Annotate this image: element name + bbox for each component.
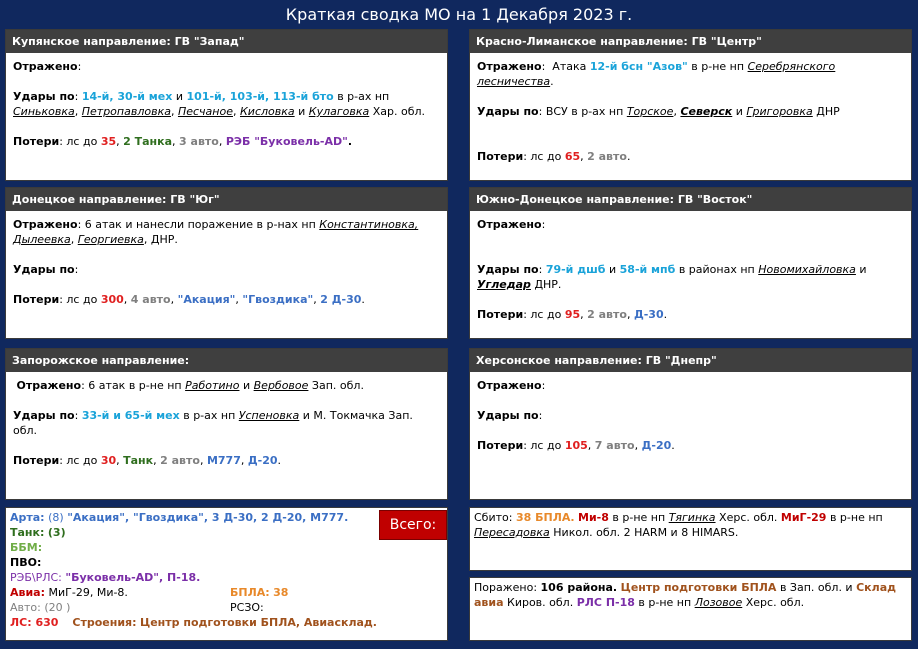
place-link[interactable]: Кисловка [240,105,295,118]
donetsk-header: Донецкое направление: ГВ "Юг" [6,188,447,211]
kupyansk-panel: Купянское направление: ГВ "Запад" Отраже… [5,29,448,181]
krasno-panel: Красно-Лиманское направление: ГВ "Центр"… [469,29,912,181]
place-link[interactable]: Торское [627,105,674,118]
losses-tanks: 2 Танка [123,135,173,148]
place-link[interactable]: Угледар [477,278,531,291]
zaporozhye-header: Запорожское направление: [6,349,447,372]
place-link[interactable]: Пересадовка [474,526,550,539]
place-link[interactable]: Тягинка [669,511,716,524]
kherson-panel: Херсонское направление: ГВ "Днепр" Отраж… [469,348,912,500]
place-link[interactable]: Работино [185,379,239,392]
strikes-units-2: 101-й, 103-й, 113-й бто [186,90,334,103]
losses-label: Потери [13,135,60,148]
place-link[interactable]: Георгиевка [78,233,144,246]
hit-panel: Поражено: 106 района. Центр подготовки Б… [469,577,912,641]
place-link[interactable]: Вербовое [254,379,309,392]
losses-ls: 35 [100,135,117,148]
unit-azov: 12-й бсн "Азов" [589,60,688,73]
kherson-header: Херсонское направление: ГВ "Днепр" [470,349,911,372]
strikes-units: 14-й, 30-й мех [81,90,173,103]
place-link[interactable]: Песчаное [178,105,233,118]
kupyansk-header: Купянское направление: ГВ "Запад" [6,30,447,53]
south-donetsk-panel: Южно-Донецкое направление: ГВ "Восток" О… [469,187,912,339]
place-link[interactable]: Кулаговка [309,105,369,118]
total-badge: Всего: [379,510,447,540]
zaporozhye-panel: Запорожское направление: Отражено: 6 ата… [5,348,448,500]
krasno-header: Красно-Лиманское направление: ГВ "Центр" [470,30,911,53]
repelled-label: Отражено [13,60,78,73]
place-link[interactable]: Северск [680,105,732,118]
place-link[interactable]: Григоровка [746,105,812,118]
downed-panel: Сбито: 38 БПЛА. Ми-8 в р-не нп Тягинка Х… [469,507,912,571]
losses-auto: 3 авто [179,135,219,148]
place-link[interactable]: Петропавловка [82,105,171,118]
donetsk-panel: Донецкое направление: ГВ "Юг" Отражено: … [5,187,448,339]
place-link[interactable]: Лозовое [695,596,743,609]
strikes-label: Удары по [13,90,75,103]
place-link[interactable]: Дылеевка [13,233,71,246]
losses-reb: РЭБ "Буковель-AD" [225,135,348,148]
place-link[interactable]: Синьковка [13,105,75,118]
place-link[interactable]: Константиновка, [319,218,418,231]
south-donetsk-header: Южно-Донецкое направление: ГВ "Восток" [470,188,911,211]
place-link[interactable]: Успеновка [239,409,300,422]
page-title: Краткая сводка МО на 1 Декабря 2023 г. [285,5,633,24]
place-link[interactable]: Новомихайловка [758,263,856,276]
